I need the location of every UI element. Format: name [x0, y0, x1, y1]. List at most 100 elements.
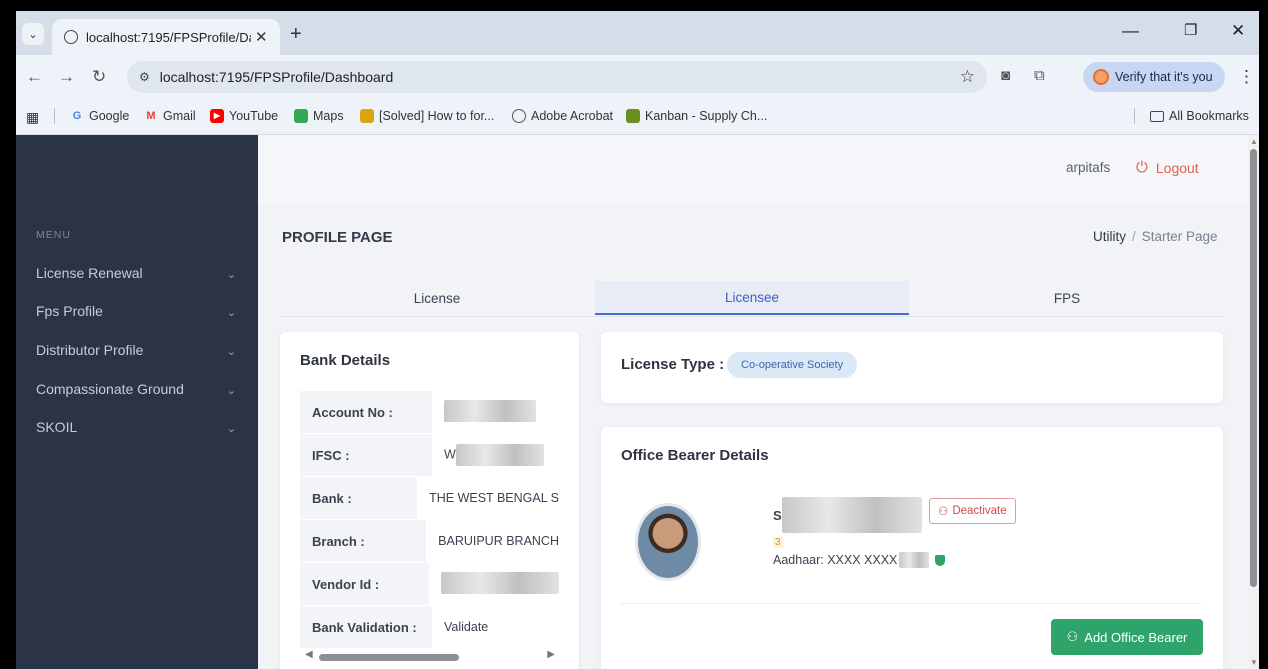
horizontal-scrollbar[interactable]: ◀ ▶ [305, 649, 555, 662]
redacted-value [441, 571, 559, 594]
redacted-value [781, 497, 922, 533]
bookmark-separator [1134, 108, 1135, 124]
chevron-down-icon: ⌄ [226, 307, 236, 319]
tab-title: localhost:7195/FPSProfile/Dashb [86, 29, 251, 45]
google-icon: G [72, 110, 82, 122]
bookmark-youtube[interactable]: ▶ YouTube [210, 109, 278, 123]
camera-icon[interactable]: ◙ [1001, 67, 1010, 84]
power-icon: ⏻ [1136, 159, 1148, 176]
deactivate-button[interactable]: ⚇ Deactivate [929, 498, 1016, 524]
tab-fps[interactable]: FPS [910, 281, 1224, 315]
kanban-icon [626, 109, 640, 123]
bookmark-star-icon[interactable]: ☆ [960, 67, 975, 87]
forward-icon[interactable]: → [58, 67, 75, 87]
bank-details-title: Bank Details [300, 352, 391, 369]
screenshot-frame: ⌄ localhost:7195/FPSProfile/Dashb ✕ + — … [0, 0, 1268, 669]
license-type-badge: Co-operative Society [727, 352, 858, 378]
tab-licensee[interactable]: Licensee [595, 281, 909, 315]
breadcrumb-separator: / [1132, 229, 1136, 244]
bookmark-solved[interactable]: [Solved] How to for... [360, 109, 494, 123]
reload-icon[interactable]: ↻ [92, 67, 106, 87]
main-content: arpitafs ⏻ Logout PROFILE PAGE Utility / St… [258, 135, 1248, 669]
restore-icon[interactable]: ❐ [1184, 21, 1197, 39]
license-type-label: License Type : [621, 356, 725, 373]
bookmark-separator [54, 108, 55, 124]
chevron-down-icon: ⌄ [226, 385, 236, 397]
menu-label: MENU [36, 229, 71, 241]
profile-avatar-icon [1093, 69, 1109, 85]
more-menu-icon[interactable]: ⋮ [1238, 67, 1255, 87]
site-info-icon[interactable]: ⚙ [139, 70, 150, 84]
count-badge: 3 [773, 537, 783, 548]
minimize-icon[interactable]: — [1122, 21, 1139, 41]
scrollbar-thumb[interactable] [319, 654, 459, 661]
divider [621, 603, 1201, 604]
bookmark-maps[interactable]: Maps [294, 109, 344, 123]
close-icon[interactable]: ✕ [255, 28, 268, 46]
sidebar-item-compassionate-ground[interactable]: Compassionate Ground ⌄ [36, 381, 236, 397]
chevron-down-icon: ⌄ [226, 346, 236, 358]
browser-tab[interactable]: localhost:7195/FPSProfile/Dashb ✕ [52, 19, 280, 55]
add-office-bearer-button[interactable]: ⚇ Add Office Bearer [1051, 619, 1203, 655]
breadcrumb-current: Starter Page [1141, 229, 1218, 244]
vertical-scrollbar[interactable]: ▲ ▼ [1248, 135, 1259, 669]
redacted-value [455, 444, 544, 466]
sidebar-item-distributor-profile[interactable]: Distributor Profile ⌄ [36, 342, 236, 358]
apps-grid-icon[interactable]: ▦ [26, 109, 39, 126]
redacted-value [444, 399, 536, 422]
avatar [635, 503, 701, 581]
gmail-icon: M [146, 110, 156, 122]
verify-profile-button[interactable]: Verify that it's you [1083, 62, 1225, 92]
user-plus-icon: ⚇ [1066, 629, 1079, 644]
globe-icon [512, 109, 526, 123]
office-bearer-title: Office Bearer Details [621, 447, 769, 464]
chevron-down-icon: ⌄ [226, 423, 236, 435]
bearer-name: S [773, 497, 922, 533]
bookmark-adobe-acrobat[interactable]: Adobe Acrobat [512, 109, 613, 123]
scroll-right-icon[interactable]: ▶ [547, 649, 555, 660]
logout-button[interactable]: ⏻ Logout [1136, 159, 1199, 176]
user-minus-icon: ⚇ [938, 506, 949, 518]
tab-license[interactable]: License [280, 281, 594, 315]
table-row: Branch : BARUIPUR BRANCH [300, 520, 559, 562]
license-type-card: License Type : Co-operative Society [601, 332, 1223, 403]
bookmarks-bar: ▦ G Google M Gmail ▶ YouTube Maps [Solved] … [16, 99, 1259, 135]
sidebar-item-skoil[interactable]: SKOIL ⌄ [36, 419, 236, 435]
bookmark-google[interactable]: G Google [70, 109, 130, 123]
extensions-icon[interactable]: ⧉ [1034, 67, 1045, 84]
new-tab-button[interactable]: + [290, 24, 302, 44]
chevron-down-icon: ⌄ [226, 269, 236, 281]
tab-search-button[interactable]: ⌄ [22, 23, 44, 45]
folder-icon [1150, 110, 1164, 122]
scrollbar-thumb[interactable] [1250, 149, 1257, 587]
bank-details-table: Account No : IFSC :W Bank : THE WEST BENG… [300, 391, 559, 652]
scroll-left-icon[interactable]: ◀ [305, 649, 313, 660]
table-row: Bank : THE WEST BENGAL S [300, 477, 559, 519]
sidebar-item-license-renewal[interactable]: License Renewal ⌄ [36, 265, 236, 281]
bank-details-card: Bank Details Account No : IFSC :W Bank :… [280, 332, 579, 669]
sidebar-item-fps-profile[interactable]: Fps Profile ⌄ [36, 303, 236, 319]
breadcrumb: Utility / Starter Page [1093, 229, 1218, 244]
office-bearer-card: Office Bearer Details S ⚇ Deactivate 3 Aa… [601, 427, 1223, 669]
close-window-icon[interactable]: ✕ [1231, 21, 1245, 41]
verify-label: Verify that it's you [1115, 70, 1213, 84]
scroll-up-icon[interactable]: ▲ [1250, 137, 1258, 146]
back-icon[interactable]: ← [26, 67, 43, 87]
bookmark-kanban[interactable]: Kanban - Supply Ch... [626, 109, 767, 123]
all-bookmarks[interactable]: All Bookmarks [1150, 109, 1249, 123]
browser-window: ⌄ localhost:7195/FPSProfile/Dashb ✕ + — … [16, 11, 1259, 669]
address-bar[interactable]: ⚙ localhost:7195/FPSProfile/Dashboard ☆ [127, 61, 987, 93]
breadcrumb-utility[interactable]: Utility [1093, 229, 1126, 244]
globe-icon [64, 30, 78, 44]
table-row: Vendor Id : [300, 563, 559, 605]
table-row: IFSC :W [300, 434, 559, 476]
youtube-icon: ▶ [210, 109, 224, 123]
profile-tabs: License Licensee FPS [280, 281, 1224, 317]
scroll-down-icon[interactable]: ▼ [1250, 658, 1258, 667]
table-row: Bank Validation : Validate [300, 606, 559, 648]
verified-shield-icon [935, 554, 946, 566]
bookmark-gmail[interactable]: M Gmail [144, 109, 195, 123]
url-text: localhost:7195/FPSProfile/Dashboard [159, 69, 394, 85]
table-row: Account No : [300, 391, 559, 433]
aadhaar-number: Aadhaar: XXXX XXXX [773, 552, 946, 568]
